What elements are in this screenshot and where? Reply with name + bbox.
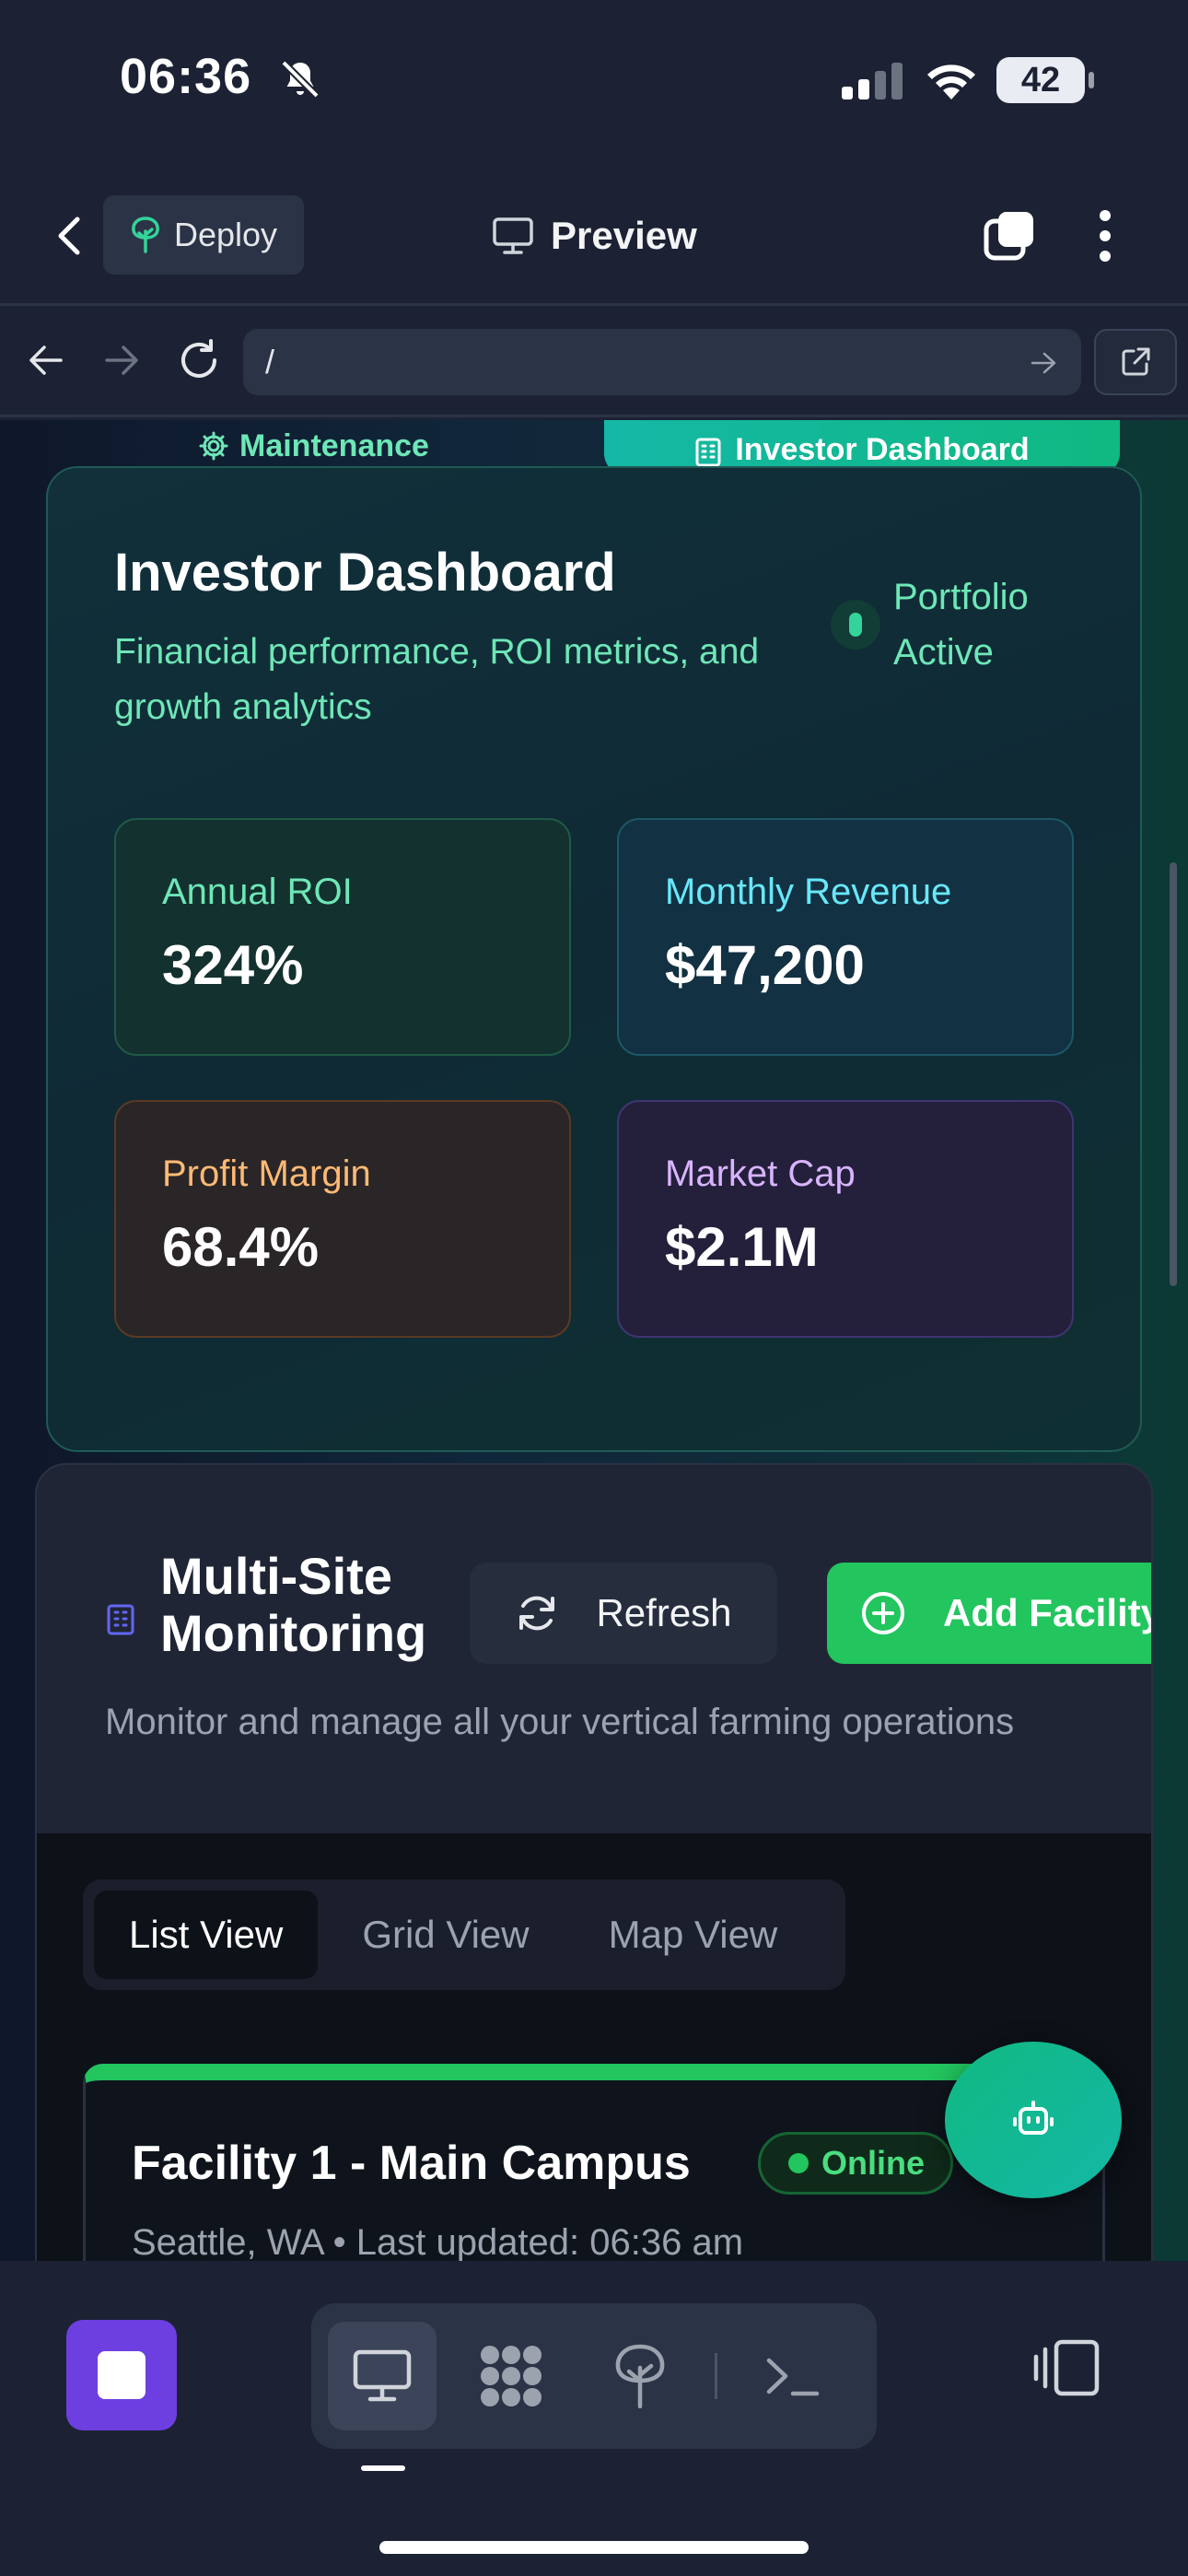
reload-button[interactable] (169, 331, 228, 390)
arrow-right-icon (105, 345, 138, 375)
desktop-mode-button[interactable] (328, 2322, 437, 2430)
tab-map-view[interactable]: Map View (574, 1891, 813, 1979)
tree-icon (132, 217, 159, 253)
deploy-mode-button[interactable] (586, 2322, 694, 2430)
building-icon (107, 1604, 134, 1635)
url-text: / (265, 343, 275, 381)
metric-label: Annual ROI (162, 872, 353, 912)
wifi-icon (927, 64, 975, 100)
metric-label: Monthly Revenue (665, 872, 952, 912)
app-header: Deploy Preview (0, 166, 1188, 306)
mode-switcher (311, 2303, 877, 2449)
battery-icon: 42 (996, 57, 1094, 103)
metric-label: Market Cap (665, 1153, 856, 1194)
external-link-icon (1122, 347, 1150, 376)
status-indicator (831, 600, 880, 650)
monitor-icon (493, 217, 533, 254)
apps-mode-button[interactable] (457, 2322, 565, 2430)
portfolio-status: Portfolio Active (831, 569, 1068, 680)
open-external-button[interactable] (1094, 329, 1177, 395)
tab-list-view[interactable]: List View (94, 1891, 319, 1979)
refresh-icon (519, 1596, 555, 1631)
tab-maintenance-label: Maintenance (239, 427, 429, 463)
deploy-label: Deploy (173, 216, 278, 253)
tab-maintenance[interactable]: Maintenance (199, 420, 429, 472)
assistant-button[interactable] (945, 2042, 1122, 2198)
arrow-left-icon (29, 345, 63, 375)
scrollbar[interactable] (1170, 862, 1177, 1286)
add-facility-label: Add Facility (943, 1591, 1153, 1634)
metric-value: 324% (162, 934, 304, 996)
url-go-button[interactable] (1024, 344, 1063, 382)
investor-subtitle: Financial performance, ROI metrics, and … (114, 632, 760, 727)
chevron-left-icon (58, 217, 80, 255)
metric-value: $47,200 (665, 934, 865, 996)
investor-dashboard-card: Investor Dashboard Financial performance… (46, 466, 1142, 1452)
facility-name: Facility 1 - Main Campus (132, 2137, 691, 2190)
desktop-icon (353, 2349, 412, 2402)
devices-button[interactable] (1028, 2329, 1105, 2406)
nav-forward-button[interactable] (92, 331, 151, 390)
nav-back-button[interactable] (17, 331, 76, 390)
signal-icon (842, 63, 903, 100)
status-dot (849, 613, 862, 637)
monitoring-title: Multi-Site Monitoring (160, 1547, 427, 1662)
back-button[interactable] (37, 203, 103, 269)
stop-button[interactable] (66, 2320, 177, 2430)
devices-icon (1033, 2339, 1100, 2396)
metric-card-monthly-revenue: Monthly Revenue $47,200 (617, 818, 1074, 1056)
more-vertical-icon (1100, 210, 1111, 262)
status-dot (788, 2153, 809, 2173)
metric-value: 68.4% (162, 1216, 320, 1278)
status-badge-label: Online (821, 2144, 926, 2182)
metric-card-market-cap: Market Cap $2.1M (617, 1100, 1074, 1338)
portfolio-status-text: Portfolio Active (893, 577, 1029, 673)
metric-value: $2.1M (665, 1216, 819, 1278)
building-icon (695, 438, 721, 467)
arrow-right-small-icon (1031, 352, 1056, 374)
stop-icon (98, 2351, 146, 2399)
plus-circle-icon (862, 1592, 904, 1634)
grid-apps-icon (481, 2346, 542, 2406)
reload-icon (181, 339, 216, 378)
robot-icon (1013, 2101, 1054, 2135)
metric-card-annual-roi: Annual ROI 324% (114, 818, 571, 1056)
status-time: 06:36 (120, 49, 252, 104)
monitoring-content: List View Grid View Map View Facility 1 … (37, 1833, 1151, 2261)
metric-card-profit-margin: Profit Margin 68.4% (114, 1100, 571, 1338)
add-facility-button[interactable]: Add Facility (827, 1563, 1153, 1664)
gear-icon (199, 431, 228, 461)
preview-tab[interactable]: Preview (492, 203, 697, 269)
refresh-label: Refresh (596, 1591, 732, 1634)
preview-text: Preview (551, 214, 697, 257)
active-mode-indicator (361, 2465, 405, 2471)
refresh-button[interactable]: Refresh (470, 1563, 777, 1664)
tab-investor-label: Investor Dashboard (735, 432, 1030, 467)
bottom-toolbar (0, 2261, 1188, 2576)
terminal-mode-button[interactable] (738, 2322, 846, 2430)
home-indicator[interactable] (379, 2541, 809, 2554)
deploy-button[interactable]: Deploy (103, 195, 304, 275)
monitoring-subtitle: Monitor and manage all your vertical far… (105, 1702, 1015, 1742)
tree-icon (615, 2344, 665, 2408)
tab-grid-view[interactable]: Grid View (327, 1891, 564, 1979)
divider (715, 2353, 717, 2399)
tabs-button[interactable] (976, 203, 1042, 269)
more-menu-button[interactable] (1076, 203, 1135, 269)
investor-title: Investor Dashboard (114, 543, 616, 603)
metric-label: Profit Margin (162, 1153, 371, 1194)
facility-meta: Seattle, WA • Last updated: 06:36 am (132, 2222, 744, 2261)
browser-bar: / (0, 309, 1188, 417)
url-input[interactable]: / (243, 329, 1081, 395)
tabs-icon (984, 212, 1033, 261)
status-bar: 06:36 42 (0, 0, 1188, 166)
view-tabs: List View Grid View Map View (83, 1879, 845, 1990)
terminal-icon (766, 2358, 820, 2396)
status-badge: Online (758, 2132, 954, 2195)
bell-slash-icon (281, 60, 320, 99)
page-viewport: Maintenance Investor Dashboard Investor … (0, 420, 1188, 2261)
